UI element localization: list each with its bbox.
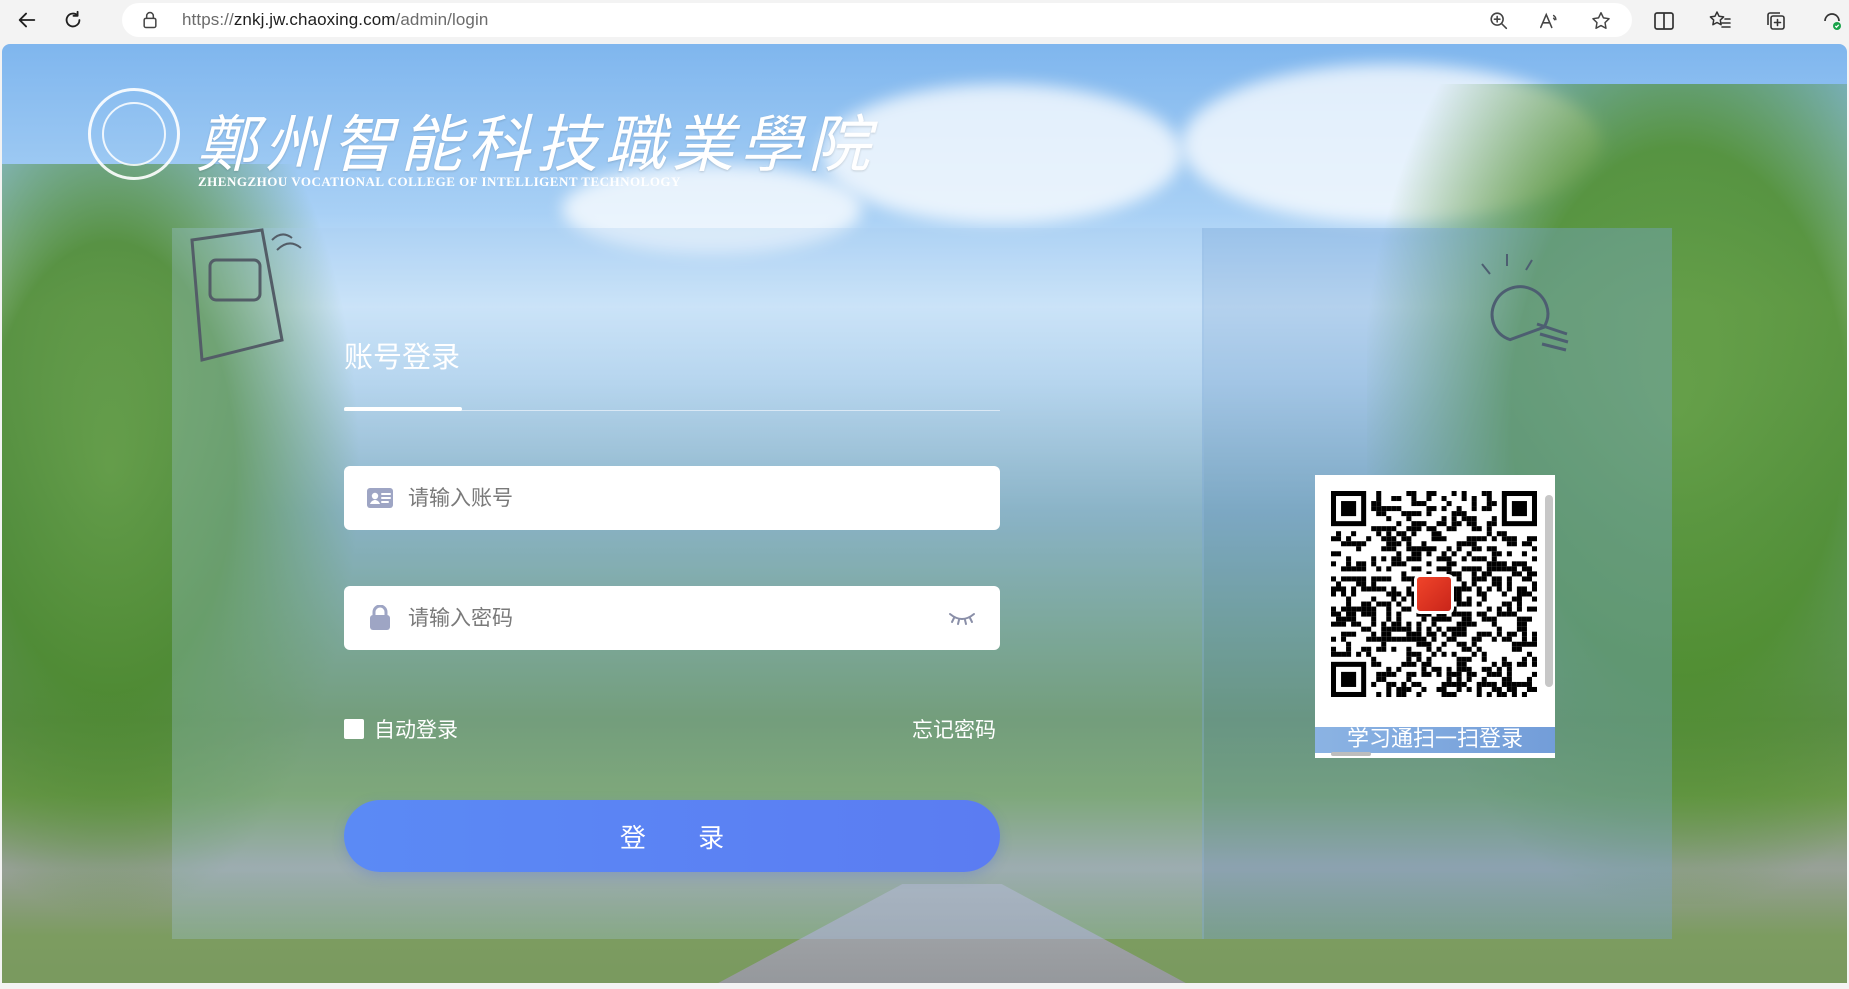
- collections-icon: [1767, 12, 1785, 30]
- auto-login[interactable]: 自动登录: [344, 714, 458, 744]
- zoom-icon: [1490, 12, 1508, 30]
- tab-divider: [344, 410, 1000, 411]
- read-aloud-icon: [1539, 12, 1557, 29]
- collections-button[interactable]: [1764, 9, 1788, 33]
- xuexitong-logo-icon: [1414, 574, 1454, 614]
- back-icon: [18, 12, 36, 28]
- login-button[interactable]: 登 录: [344, 800, 1000, 872]
- split-screen-button[interactable]: [1652, 9, 1676, 33]
- auto-login-checkbox[interactable]: [344, 719, 364, 739]
- qr-code-frame: 学习通扫一扫登录: [1315, 475, 1555, 758]
- copilot-icon: [1824, 13, 1841, 30]
- password-field[interactable]: [344, 586, 1000, 650]
- account-input[interactable]: [408, 466, 928, 530]
- qr-horizontal-scrollbar[interactable]: [1319, 751, 1545, 757]
- read-aloud-button[interactable]: [1538, 10, 1560, 32]
- favorite-star-icon: [1592, 12, 1610, 29]
- qr-caption: 学习通扫一扫登录: [1315, 727, 1555, 753]
- password-input[interactable]: [408, 586, 928, 650]
- account-field[interactable]: [344, 466, 1000, 530]
- college-seal-icon: [88, 88, 180, 180]
- reload-button[interactable]: [56, 5, 90, 35]
- back-button[interactable]: [10, 5, 44, 35]
- split-screen-icon: [1654, 12, 1674, 30]
- forgot-password-link[interactable]: 忘记密码: [912, 714, 996, 744]
- college-name-cn: 鄭州智能科技職業學院: [196, 108, 877, 181]
- zoom-button[interactable]: [1488, 10, 1510, 32]
- favorites-icon: [1709, 11, 1731, 28]
- qr-scrollbar[interactable]: [1545, 495, 1553, 687]
- favorite-button[interactable]: [1590, 10, 1612, 32]
- address-bar[interactable]: https://znkj.jw.chaoxing.com/admin/login: [122, 3, 1632, 37]
- reload-icon: [65, 10, 81, 28]
- url-text: https://znkj.jw.chaoxing.com/admin/login: [182, 10, 489, 29]
- college-name-en: ZHENGZHOU VOCATIONAL COLLEGE OF INTELLIG…: [198, 174, 681, 189]
- lock-icon[interactable]: [140, 10, 160, 30]
- id-card-icon: [367, 488, 393, 508]
- lock-icon: [370, 605, 390, 630]
- tab-account-login[interactable]: 账号登录: [344, 334, 460, 376]
- college-logo: 鄭州智能科技職業學院 ZHENGZHOU VOCATIONAL COLLEGE …: [88, 80, 870, 192]
- copilot-button[interactable]: [1820, 9, 1844, 33]
- favorites-button[interactable]: [1708, 9, 1732, 33]
- browser-toolbar: https://znkj.jw.chaoxing.com/admin/login: [0, 0, 1849, 42]
- auto-login-label: 自动登录: [374, 718, 458, 742]
- eye-closed-icon[interactable]: [948, 606, 976, 628]
